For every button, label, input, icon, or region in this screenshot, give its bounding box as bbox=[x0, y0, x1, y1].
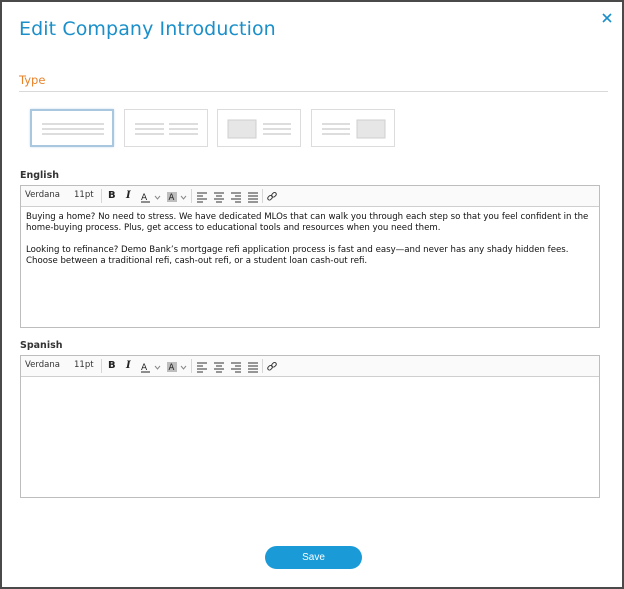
link-icon[interactable] bbox=[266, 359, 278, 378]
toolbar-divider bbox=[191, 359, 192, 373]
align-center-icon[interactable] bbox=[213, 189, 225, 208]
toolbar-divider bbox=[191, 189, 192, 203]
toolbar-divider bbox=[101, 189, 102, 203]
toolbar-divider bbox=[262, 359, 263, 373]
english-label: English bbox=[20, 170, 59, 181]
font-size-select[interactable]: 11pt bbox=[74, 190, 94, 200]
font-family-select[interactable]: Verdana bbox=[25, 190, 60, 200]
bold-button[interactable]: B bbox=[108, 360, 116, 373]
text-full-width-icon bbox=[42, 123, 104, 135]
spanish-text-area[interactable] bbox=[21, 377, 599, 497]
type-label: Type bbox=[19, 73, 46, 87]
toolbar-divider bbox=[101, 359, 102, 373]
layout-option-text-left-image-right[interactable] bbox=[311, 109, 395, 147]
dialog-title: Edit Company Introduction bbox=[19, 18, 276, 40]
italic-button[interactable]: I bbox=[126, 360, 131, 373]
type-divider bbox=[19, 91, 608, 92]
english-editor: Verdana 11pt B I A A Buying a home? No n… bbox=[20, 185, 600, 328]
spanish-label: Spanish bbox=[20, 340, 63, 351]
font-color-icon[interactable]: A bbox=[140, 359, 162, 378]
text-two-columns-icon bbox=[135, 123, 198, 135]
layout-option-text-full-width[interactable] bbox=[30, 109, 114, 147]
english-text-area[interactable]: Buying a home? No need to stress. We hav… bbox=[21, 207, 599, 283]
link-icon[interactable] bbox=[266, 189, 278, 208]
english-paragraph: Buying a home? No need to stress. We hav… bbox=[26, 212, 589, 233]
align-right-icon[interactable] bbox=[230, 189, 242, 208]
english-paragraph: Looking to refinance? Demo Bank’s mortga… bbox=[26, 245, 569, 266]
text-left-image-right-icon bbox=[322, 119, 386, 139]
highlight-color-icon[interactable]: A bbox=[166, 359, 190, 378]
image-left-text-right-icon bbox=[227, 119, 291, 139]
highlight-glyph: A bbox=[169, 193, 175, 203]
toolbar-divider bbox=[262, 189, 263, 203]
close-icon[interactable] bbox=[600, 10, 614, 24]
align-center-icon[interactable] bbox=[213, 359, 225, 378]
font-size-select[interactable]: 11pt bbox=[74, 360, 94, 370]
highlight-color-icon[interactable]: A bbox=[166, 189, 190, 208]
align-right-icon[interactable] bbox=[230, 359, 242, 378]
align-justify-icon[interactable] bbox=[247, 359, 259, 378]
highlight-glyph: A bbox=[169, 363, 175, 373]
layout-option-image-left-text-right[interactable] bbox=[217, 109, 301, 147]
align-left-icon[interactable] bbox=[196, 359, 208, 378]
align-left-icon[interactable] bbox=[196, 189, 208, 208]
font-family-select[interactable]: Verdana bbox=[25, 360, 60, 370]
font-color-icon[interactable]: A bbox=[140, 189, 162, 208]
spanish-editor: Verdana 11pt B I A A bbox=[20, 355, 600, 498]
layout-option-text-two-columns[interactable] bbox=[124, 109, 208, 147]
spanish-toolbar: Verdana 11pt B I A A bbox=[21, 356, 599, 377]
bold-button[interactable]: B bbox=[108, 190, 116, 203]
align-justify-icon[interactable] bbox=[247, 189, 259, 208]
edit-company-introduction-dialog: Edit Company Introduction Type English V… bbox=[0, 0, 624, 589]
italic-button[interactable]: I bbox=[126, 190, 131, 203]
save-button[interactable]: Save bbox=[265, 546, 362, 569]
english-toolbar: Verdana 11pt B I A A bbox=[21, 186, 599, 207]
